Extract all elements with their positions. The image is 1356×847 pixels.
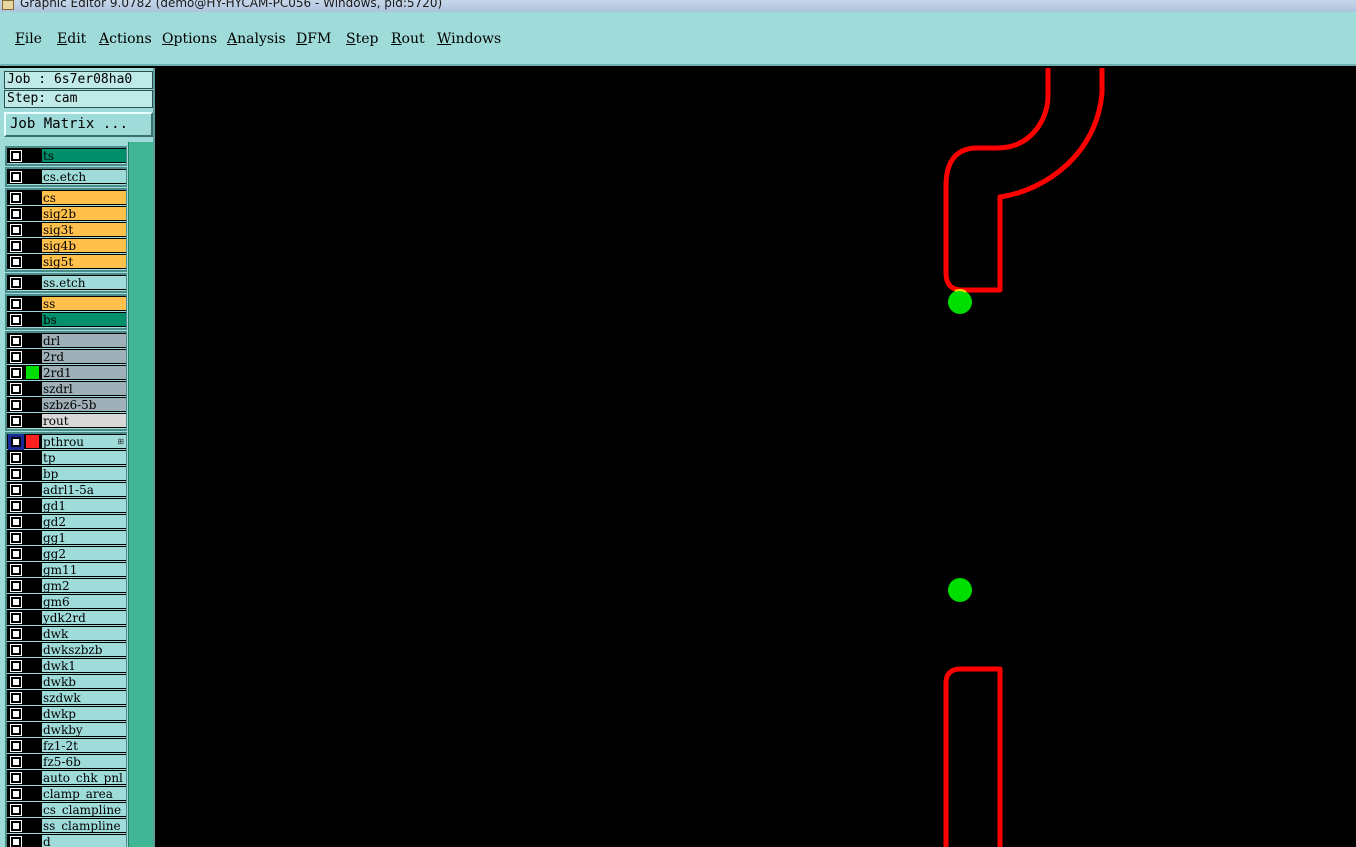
app-icon: [2, 0, 14, 10]
route-trace-upper: [943, 68, 1105, 293]
layer-group-frame: [5, 432, 127, 847]
pad-upper: [948, 290, 972, 314]
layer-group-frame: [5, 146, 127, 166]
step-label: Step: cam: [4, 90, 153, 108]
route-trace-lower: [943, 666, 1003, 847]
menu-analysis[interactable]: Analysis: [227, 31, 286, 47]
window-title: Graphic Editor 9.0782 (demo@HY-HYCAM-PC0…: [20, 0, 443, 10]
pad-middle: [948, 578, 972, 602]
graphic-canvas-svg: [943, 68, 1105, 847]
menu-step[interactable]: Step: [346, 31, 378, 47]
layer-group-frame: [5, 188, 127, 272]
layer-list-scrollbar[interactable]: [128, 142, 153, 847]
menu-edit[interactable]: Edit: [57, 31, 86, 47]
menu-bar: File Edit Actions Options Analysis DFM Step Rou…: [0, 12, 1356, 66]
menu-file[interactable]: File: [15, 31, 42, 47]
layer-group-frame: [5, 331, 127, 431]
layer-group-frame: [5, 294, 127, 330]
layer-group-frame: [5, 167, 127, 187]
menu-actions[interactable]: Actions: [99, 31, 152, 47]
menu-dfm[interactable]: DFM: [296, 31, 331, 47]
menu-windows[interactable]: Windows: [437, 31, 501, 47]
job-label: Job : 6s7er08ha0: [4, 71, 153, 89]
graphic-canvas[interactable]: [157, 68, 1356, 847]
menu-options[interactable]: Options: [162, 31, 217, 47]
layer-group-frame: [5, 273, 127, 293]
layer-list: ts cs.etch cs sig2b sig3t sig4b sig5t ss.etch ss…: [4, 144, 127, 847]
job-matrix-button[interactable]: Job Matrix ...: [4, 112, 153, 137]
title-bar: Graphic Editor 9.0782 (demo@HY-HYCAM-PC0…: [0, 0, 1356, 12]
menu-rout[interactable]: Rout: [391, 31, 425, 47]
